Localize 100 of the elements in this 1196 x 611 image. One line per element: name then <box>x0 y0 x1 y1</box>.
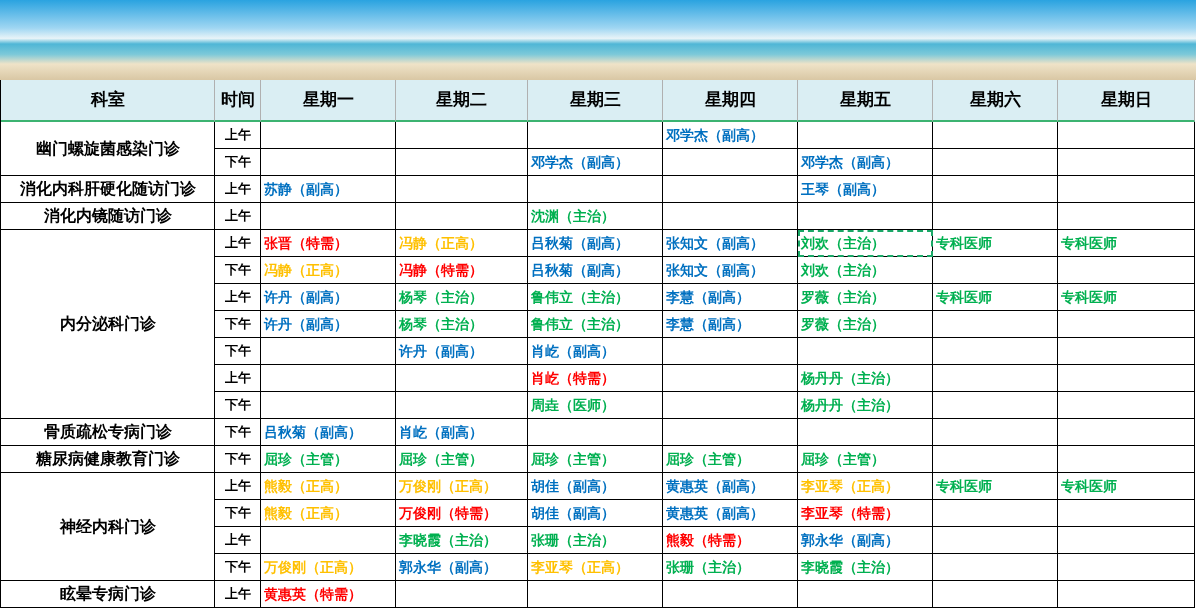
doctor-cell[interactable]: 专科医师 <box>933 230 1058 257</box>
empty-cell[interactable] <box>933 149 1058 176</box>
empty-cell[interactable] <box>663 419 798 446</box>
doctor-cell[interactable]: 肖屹（特需） <box>528 365 663 392</box>
doctor-cell[interactable]: 屈珍（主管） <box>798 446 933 473</box>
doctor-cell[interactable]: 王琴（副高） <box>798 176 933 203</box>
empty-cell[interactable] <box>933 392 1058 419</box>
empty-cell[interactable] <box>933 311 1058 338</box>
doctor-cell[interactable]: 沈渊（主治） <box>528 203 663 230</box>
empty-cell[interactable] <box>528 122 663 149</box>
doctor-cell[interactable]: 邓学杰（副高） <box>528 149 663 176</box>
doctor-cell[interactable]: 鲁伟立（主治） <box>528 311 663 338</box>
doctor-cell[interactable]: 专科医师 <box>933 473 1058 500</box>
empty-cell[interactable] <box>798 338 933 365</box>
doctor-cell[interactable]: 吕秋菊（副高） <box>528 230 663 257</box>
doctor-cell[interactable]: 熊毅（特需） <box>663 527 798 554</box>
doctor-cell[interactable]: 屈珍（主管） <box>261 446 396 473</box>
empty-cell[interactable] <box>663 338 798 365</box>
doctor-cell[interactable]: 邓学杰（副高） <box>663 122 798 149</box>
doctor-cell[interactable]: 郭永华（副高） <box>396 554 528 581</box>
empty-cell[interactable] <box>528 176 663 203</box>
doctor-cell[interactable]: 李慧（副高） <box>663 284 798 311</box>
empty-cell[interactable] <box>1058 203 1195 230</box>
empty-cell[interactable] <box>1058 554 1195 581</box>
doctor-cell[interactable]: 冯静（特需） <box>396 257 528 284</box>
doctor-cell[interactable]: 胡佳（副高） <box>528 500 663 527</box>
doctor-cell[interactable]: 屈珍（主管） <box>396 446 528 473</box>
doctor-cell[interactable]: 许丹（副高） <box>261 284 396 311</box>
empty-cell[interactable] <box>261 338 396 365</box>
doctor-cell[interactable]: 熊毅（正高） <box>261 473 396 500</box>
empty-cell[interactable] <box>396 365 528 392</box>
empty-cell[interactable] <box>933 500 1058 527</box>
empty-cell[interactable] <box>261 527 396 554</box>
doctor-cell[interactable]: 罗薇（主治） <box>798 311 933 338</box>
doctor-cell[interactable]: 鲁伟立（主治） <box>528 284 663 311</box>
doctor-cell[interactable]: 屈珍（主管） <box>528 446 663 473</box>
empty-cell[interactable] <box>933 176 1058 203</box>
doctor-cell[interactable]: 李晓霞（主治） <box>798 554 933 581</box>
doctor-cell[interactable]: 黄惠英（副高） <box>663 473 798 500</box>
empty-cell[interactable] <box>798 122 933 149</box>
empty-cell[interactable] <box>396 581 528 608</box>
doctor-cell[interactable]: 肖屹（副高） <box>528 338 663 365</box>
doctor-cell[interactable]: 黄惠英（特需） <box>261 581 396 608</box>
empty-cell[interactable] <box>933 554 1058 581</box>
empty-cell[interactable] <box>396 122 528 149</box>
doctor-cell[interactable]: 邓学杰（副高） <box>798 149 933 176</box>
doctor-cell[interactable]: 张珊（主治） <box>528 527 663 554</box>
empty-cell[interactable] <box>1058 311 1195 338</box>
doctor-cell[interactable]: 苏静（副高） <box>261 176 396 203</box>
doctor-cell[interactable]: 杨丹丹（主治） <box>798 392 933 419</box>
doctor-cell[interactable]: 吕秋菊（副高） <box>528 257 663 284</box>
empty-cell[interactable] <box>933 122 1058 149</box>
empty-cell[interactable] <box>663 203 798 230</box>
empty-cell[interactable] <box>396 149 528 176</box>
empty-cell[interactable] <box>261 392 396 419</box>
empty-cell[interactable] <box>261 149 396 176</box>
empty-cell[interactable] <box>663 581 798 608</box>
doctor-cell[interactable]: 屈珍（主管） <box>663 446 798 473</box>
empty-cell[interactable] <box>1058 446 1195 473</box>
empty-cell[interactable] <box>1058 122 1195 149</box>
doctor-cell[interactable]: 杨丹丹（主治） <box>798 365 933 392</box>
doctor-cell[interactable]: 专科医师 <box>933 284 1058 311</box>
empty-cell[interactable] <box>798 419 933 446</box>
empty-cell[interactable] <box>528 581 663 608</box>
doctor-cell[interactable]: 专科医师 <box>1058 284 1195 311</box>
doctor-cell[interactable]: 许丹（副高） <box>261 311 396 338</box>
empty-cell[interactable] <box>396 392 528 419</box>
doctor-cell[interactable]: 张珊（主治） <box>663 554 798 581</box>
doctor-cell[interactable]: 冯静（正高） <box>261 257 396 284</box>
empty-cell[interactable] <box>798 203 933 230</box>
empty-cell[interactable] <box>261 365 396 392</box>
doctor-cell[interactable]: 刘欢（主治） <box>798 257 933 284</box>
doctor-cell[interactable]: 李亚琴（特需） <box>798 500 933 527</box>
empty-cell[interactable] <box>663 392 798 419</box>
empty-cell[interactable] <box>1058 581 1195 608</box>
empty-cell[interactable] <box>1058 527 1195 554</box>
empty-cell[interactable] <box>663 365 798 392</box>
doctor-cell[interactable]: 李亚琴（正高） <box>528 554 663 581</box>
doctor-cell[interactable]: 万俊刚（正高） <box>261 554 396 581</box>
doctor-cell[interactable]: 万俊刚（特需） <box>396 500 528 527</box>
doctor-cell[interactable]: 冯静（正高） <box>396 230 528 257</box>
doctor-cell[interactable]: 熊毅（正高） <box>261 500 396 527</box>
doctor-cell[interactable]: 罗薇（主治） <box>798 284 933 311</box>
doctor-cell[interactable]: 杨琴（主治） <box>396 311 528 338</box>
doctor-cell[interactable]: 专科医师 <box>1058 230 1195 257</box>
doctor-cell[interactable]: 李亚琴（正高） <box>798 473 933 500</box>
empty-cell[interactable] <box>1058 149 1195 176</box>
empty-cell[interactable] <box>933 419 1058 446</box>
doctor-cell[interactable]: 张晋（特需） <box>261 230 396 257</box>
empty-cell[interactable] <box>1058 365 1195 392</box>
empty-cell[interactable] <box>933 338 1058 365</box>
empty-cell[interactable] <box>1058 257 1195 284</box>
empty-cell[interactable] <box>396 176 528 203</box>
empty-cell[interactable] <box>663 176 798 203</box>
empty-cell[interactable] <box>933 365 1058 392</box>
doctor-cell[interactable]: 胡佳（副高） <box>528 473 663 500</box>
empty-cell[interactable] <box>1058 500 1195 527</box>
doctor-cell[interactable]: 许丹（副高） <box>396 338 528 365</box>
empty-cell[interactable] <box>798 581 933 608</box>
doctor-cell[interactable]: 周垚（医师） <box>528 392 663 419</box>
